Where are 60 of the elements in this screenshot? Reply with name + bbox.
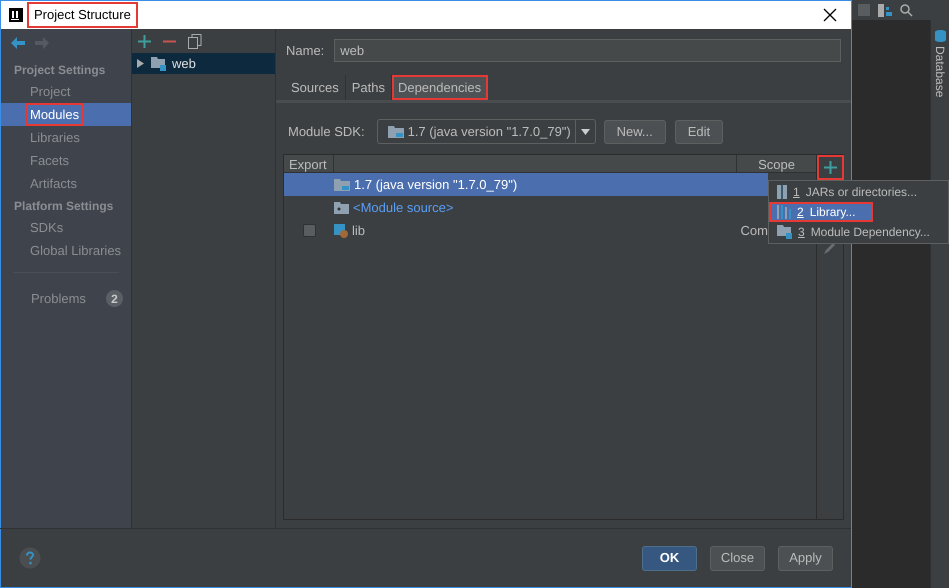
sidebar-item[interactable]: Facets [1,149,131,172]
sidebar-item[interactable]: Libraries [1,126,131,149]
sidebar-item[interactable]: SDKs [1,216,131,239]
folder-icon [151,56,166,70]
back-arrow-icon[interactable] [11,37,25,49]
help-icon[interactable] [19,547,41,569]
folder-icon [334,202,349,214]
dialog-button[interactable]: Close [710,546,765,570]
sdk-button[interactable]: New... [604,120,666,144]
sidebar-item[interactable]: Global Libraries [1,239,131,262]
pencil-icon[interactable] [824,242,836,254]
dependency-row[interactable]: lib Com [284,219,768,242]
sdk-dropdown[interactable]: 1.7 (java version "1.7.0_79") [376,119,596,144]
section-header: Project Settings [13,62,106,78]
menu-item[interactable]: 2 Library... [769,202,873,222]
folder-icon [334,178,350,191]
plus-icon [824,161,836,174]
sidebar-item[interactable]: Modules [1,103,131,126]
copy-icon[interactable] [188,34,202,48]
dialog-button[interactable]: OK [642,546,697,570]
dependency-name: 1.7 (java version "1.7.0_79") [354,176,518,194]
dependency-row[interactable]: <Module source> [284,196,768,219]
folder-icon [388,125,404,138]
search-icon[interactable] [900,4,913,16]
library-icon [334,224,348,238]
section-header: Platform Settings [13,198,114,214]
plus-icon[interactable] [138,34,151,48]
menu-item[interactable]: 1 JARs or directories... [769,182,948,202]
tree-item[interactable]: web [132,53,275,74]
window-title: Project Structure [29,4,136,26]
column-header[interactable]: Scope [736,155,816,172]
dropdown-arrow-icon[interactable] [580,128,590,134]
name-field[interactable]: web [334,39,841,62]
module-icon [777,225,792,239]
name-label: Name: [286,42,324,60]
tab[interactable]: Dependencies [392,75,488,100]
dialog-button[interactable]: Apply [778,546,833,570]
expand-arrow-icon[interactable] [136,59,145,68]
sidebar-item[interactable]: Artifacts [1,172,131,195]
grid-icon[interactable] [878,4,892,16]
database-icon [934,30,946,42]
jar-icon [777,185,787,199]
menu-item[interactable]: 3 Module Dependency... [769,222,948,242]
sidebar-item[interactable]: Project [1,80,131,103]
dependency-row[interactable]: 1.7 (java version "1.7.0_79") [284,173,768,196]
dependency-name: <Module source> [353,198,454,217]
library-icon [777,205,791,219]
column-header[interactable]: Export [284,155,334,172]
database-tool-tab[interactable]: Database [931,46,949,98]
close-icon[interactable] [823,8,837,22]
dependency-name: lib [352,222,366,240]
module-sdk-label: Module SDK: [288,122,365,141]
problems-item[interactable]: Problems [31,289,106,308]
scope-cell-text: Com [740,222,768,240]
problems-count-badge: 2 [106,290,123,308]
checkbox[interactable] [302,224,316,237]
sdk-button[interactable]: Edit [674,120,724,144]
tab[interactable]: Paths [346,75,392,100]
app-logo-icon [9,8,23,22]
add-button[interactable] [816,155,844,180]
